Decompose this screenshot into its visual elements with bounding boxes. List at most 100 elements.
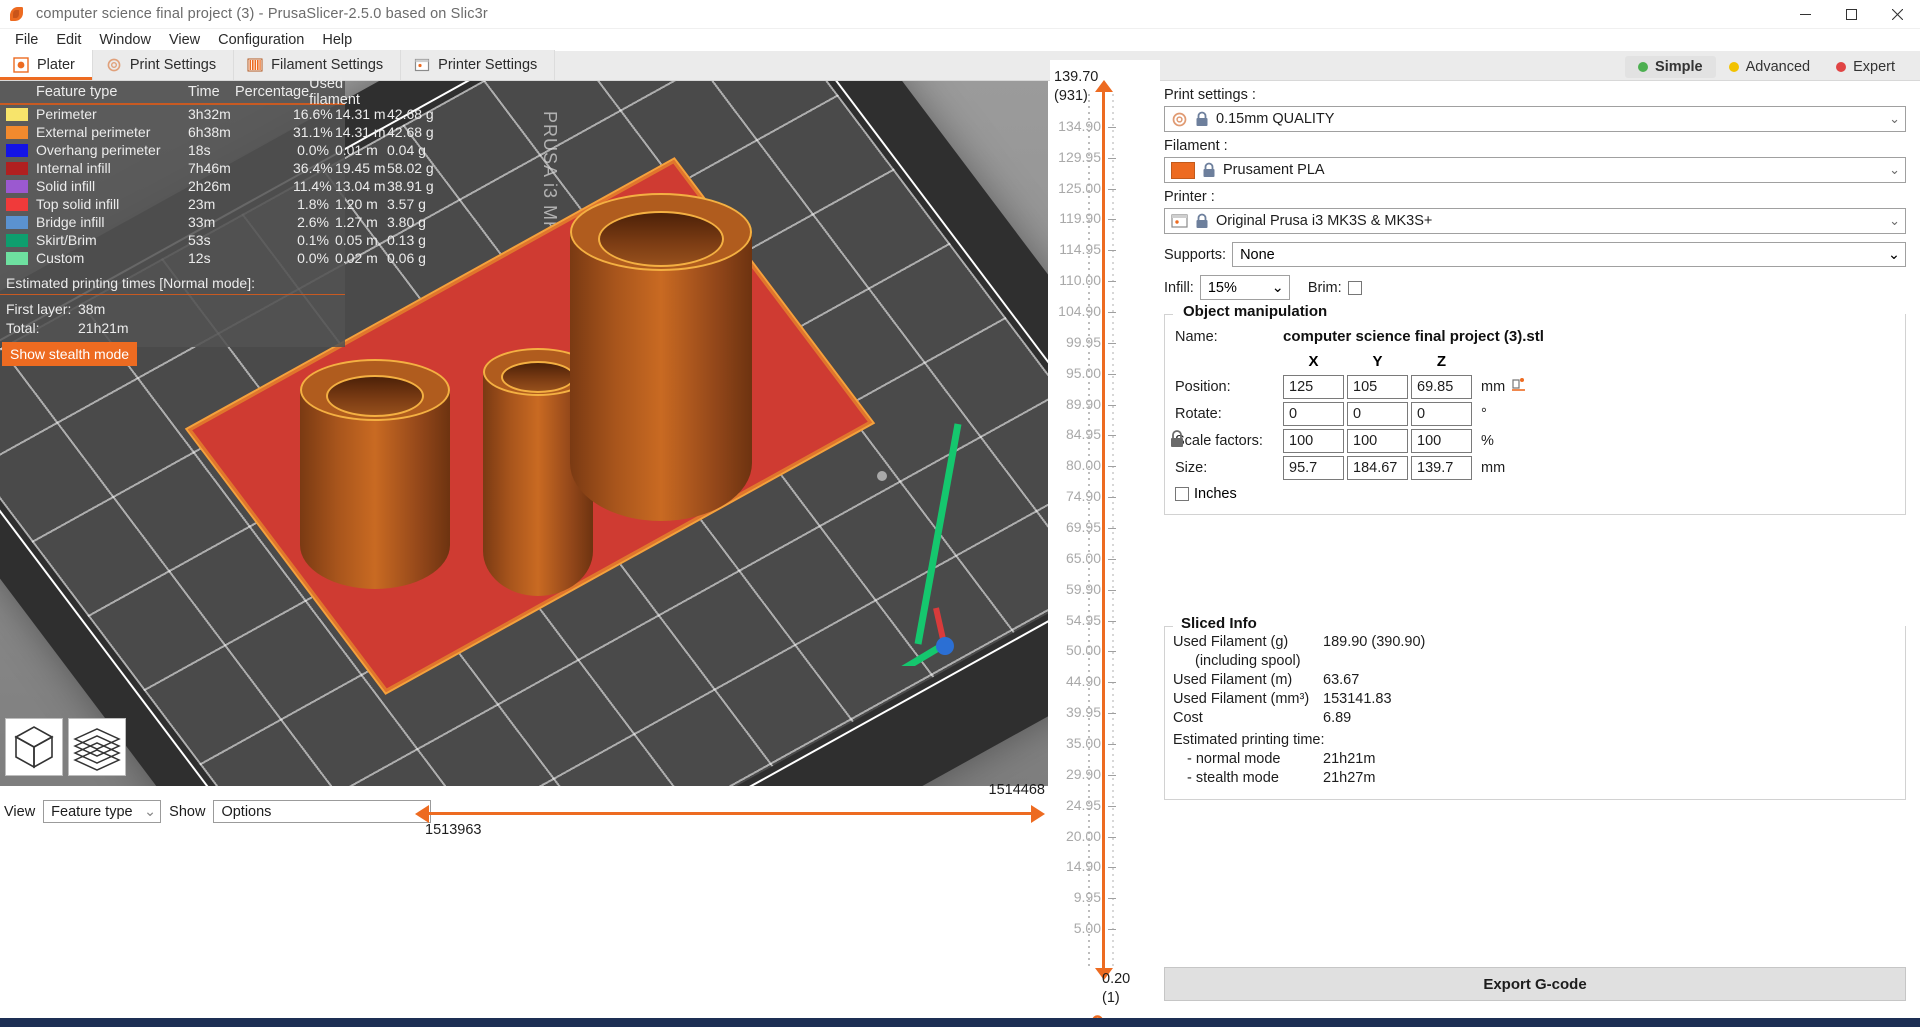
view-cube-icon[interactable]: [5, 718, 63, 776]
view-controls: View Feature type ⌄ Show Options ⌄: [4, 800, 431, 823]
om-field-x[interactable]: 0: [1283, 402, 1344, 426]
export-gcode-button[interactable]: Export G-code: [1164, 967, 1906, 1001]
print-settings-preset-select[interactable]: 0.15mm QUALITY ⌄: [1164, 106, 1906, 132]
om-field-y[interactable]: 0: [1347, 402, 1408, 426]
layer-slider-tick-label: 39.95: [1047, 704, 1101, 720]
tab-print-settings[interactable]: Print Settings: [93, 50, 234, 80]
legend-feature-time: 3h32m: [188, 106, 235, 122]
layer-slider-tick: [1108, 590, 1116, 591]
legend-times: First layer: 38m Total: 21h21m: [0, 295, 345, 337]
legend-feature-time: 23m: [188, 196, 235, 212]
menu-window[interactable]: Window: [90, 30, 160, 50]
sliced-info-rows: Used Filament (g)189.90 (390.90)(includi…: [1165, 634, 1905, 726]
layer-slider-tick: [1108, 158, 1116, 159]
layer-slider-tick: [1108, 837, 1116, 838]
layer-slider-tick: [1108, 312, 1116, 313]
show-stealth-mode-button[interactable]: Show stealth mode: [2, 342, 137, 366]
supports-select[interactable]: None ⌄: [1232, 242, 1906, 267]
mode-simple[interactable]: Simple: [1625, 56, 1716, 78]
layer-slider-ticks-right: [1112, 94, 1114, 966]
tab-plater[interactable]: Plater: [0, 50, 93, 80]
legend-first-layer-value: 38m: [78, 301, 105, 317]
legend-total-label: Total:: [6, 320, 78, 336]
layer-slider-tick: [1108, 651, 1116, 652]
legend-percentage-value: 36.4%: [293, 160, 335, 176]
legend-row: Overhang perimeter18s0.0%0.01 m0.04 g: [0, 141, 345, 159]
om-field-x[interactable]: 125: [1283, 375, 1344, 399]
sliced-info-label: Used Filament (m): [1173, 672, 1323, 688]
app-logo-icon: [9, 6, 25, 22]
layer-slider-tick: [1108, 343, 1116, 344]
show-label: Show: [169, 804, 205, 820]
legend-percentage-value: 31.1%: [293, 124, 335, 140]
layer-slider-tick: [1108, 898, 1116, 899]
view-layers-icon[interactable]: [68, 718, 126, 776]
om-row-unit: %: [1481, 433, 1494, 449]
print-settings-icon: [106, 57, 122, 73]
layer-slider-tick: [1108, 775, 1116, 776]
om-field-y[interactable]: 184.67: [1347, 456, 1408, 480]
supports-select-value: None: [1240, 247, 1275, 263]
sliced-time-title: Estimated printing time:: [1173, 732, 1325, 748]
legend-used-grams: 58.02 g: [387, 160, 435, 176]
printer-preset-select[interactable]: Original Prusa i3 MK3S & MK3S+ ⌄: [1164, 208, 1906, 234]
show-select[interactable]: Options ⌄: [213, 800, 431, 823]
menu-configuration[interactable]: Configuration: [209, 30, 313, 50]
legend-color-swatch: [6, 234, 28, 247]
legend-header-percentage: Percentage: [235, 84, 309, 100]
tab-printer-settings[interactable]: Printer Settings: [401, 50, 555, 80]
menu-bar: File Edit Window View Configuration Help: [0, 29, 1920, 51]
legend-color-swatch: [6, 252, 28, 265]
menu-help[interactable]: Help: [313, 30, 361, 50]
legend-used-meters: 14.31 m: [335, 106, 387, 122]
layer-slider-tick-label: 119.90: [1047, 210, 1101, 226]
close-icon[interactable]: [1874, 0, 1920, 29]
move-slider[interactable]: 1514468 1513963: [415, 796, 1045, 842]
infill-select[interactable]: 15% ⌄: [1200, 275, 1290, 300]
uniform-scale-lock-icon[interactable]: [1169, 426, 1185, 457]
model-cylinder-3: [570, 231, 752, 521]
legend-color-swatch: [6, 216, 28, 229]
legend-color-swatch: [6, 108, 28, 121]
mode-expert[interactable]: Expert: [1823, 56, 1908, 78]
menu-edit[interactable]: Edit: [47, 30, 90, 50]
move-slider-max-label: 1514468: [989, 782, 1045, 798]
view-label: View: [4, 804, 35, 820]
om-field-z[interactable]: 69.85: [1411, 375, 1472, 399]
minimize-icon[interactable]: [1782, 0, 1828, 29]
maximize-icon[interactable]: [1828, 0, 1874, 29]
legend-used-grams: 0.06 g: [387, 250, 435, 266]
legend-feature-name: Solid infill: [36, 178, 188, 194]
layer-slider[interactable]: 139.70 (931) 134.90129.95125.00119.90114…: [1050, 60, 1160, 1027]
brim-checkbox[interactable]: [1348, 281, 1362, 295]
mode-advanced[interactable]: Advanced: [1716, 56, 1824, 78]
om-field-z[interactable]: 139.7: [1411, 456, 1472, 480]
menu-view[interactable]: View: [160, 30, 209, 50]
layer-slider-tick-label: 74.90: [1047, 488, 1101, 504]
menu-file[interactable]: File: [6, 30, 47, 50]
chevron-down-icon: ⌄: [136, 804, 156, 820]
layer-slider-tick-label: 125.00: [1047, 180, 1101, 196]
om-field-z[interactable]: 0: [1411, 402, 1472, 426]
mode-selector: Simple Advanced Expert: [1625, 55, 1908, 79]
view-select[interactable]: Feature type ⌄: [43, 800, 161, 823]
legend-feature-name: Custom: [36, 250, 188, 266]
layer-slider-tick: [1108, 528, 1116, 529]
move-slider-right-handle[interactable]: [1031, 805, 1045, 823]
move-slider-left-handle[interactable]: [415, 805, 429, 823]
om-field-y[interactable]: 105: [1347, 375, 1408, 399]
om-field-x[interactable]: 100: [1283, 429, 1344, 453]
om-field-x[interactable]: 95.7: [1283, 456, 1344, 480]
layer-slider-tick: [1108, 559, 1116, 560]
inches-checkbox[interactable]: [1175, 487, 1189, 501]
chevron-down-icon: ⌄: [1889, 213, 1900, 229]
legend-header-time: Time: [188, 84, 235, 100]
legend-feature-name: Top solid infill: [36, 196, 188, 212]
filament-preset-select[interactable]: Prusament PLA ⌄: [1164, 157, 1906, 183]
om-field-y[interactable]: 100: [1347, 429, 1408, 453]
legend-row: Perimeter3h32m16.6%14.31 m42.68 g: [0, 105, 345, 123]
legend-used-grams: 0.13 g: [387, 232, 435, 248]
move-slider-track: [429, 812, 1033, 815]
om-field-z[interactable]: 100: [1411, 429, 1472, 453]
drop-to-bed-icon[interactable]: [1511, 377, 1526, 397]
